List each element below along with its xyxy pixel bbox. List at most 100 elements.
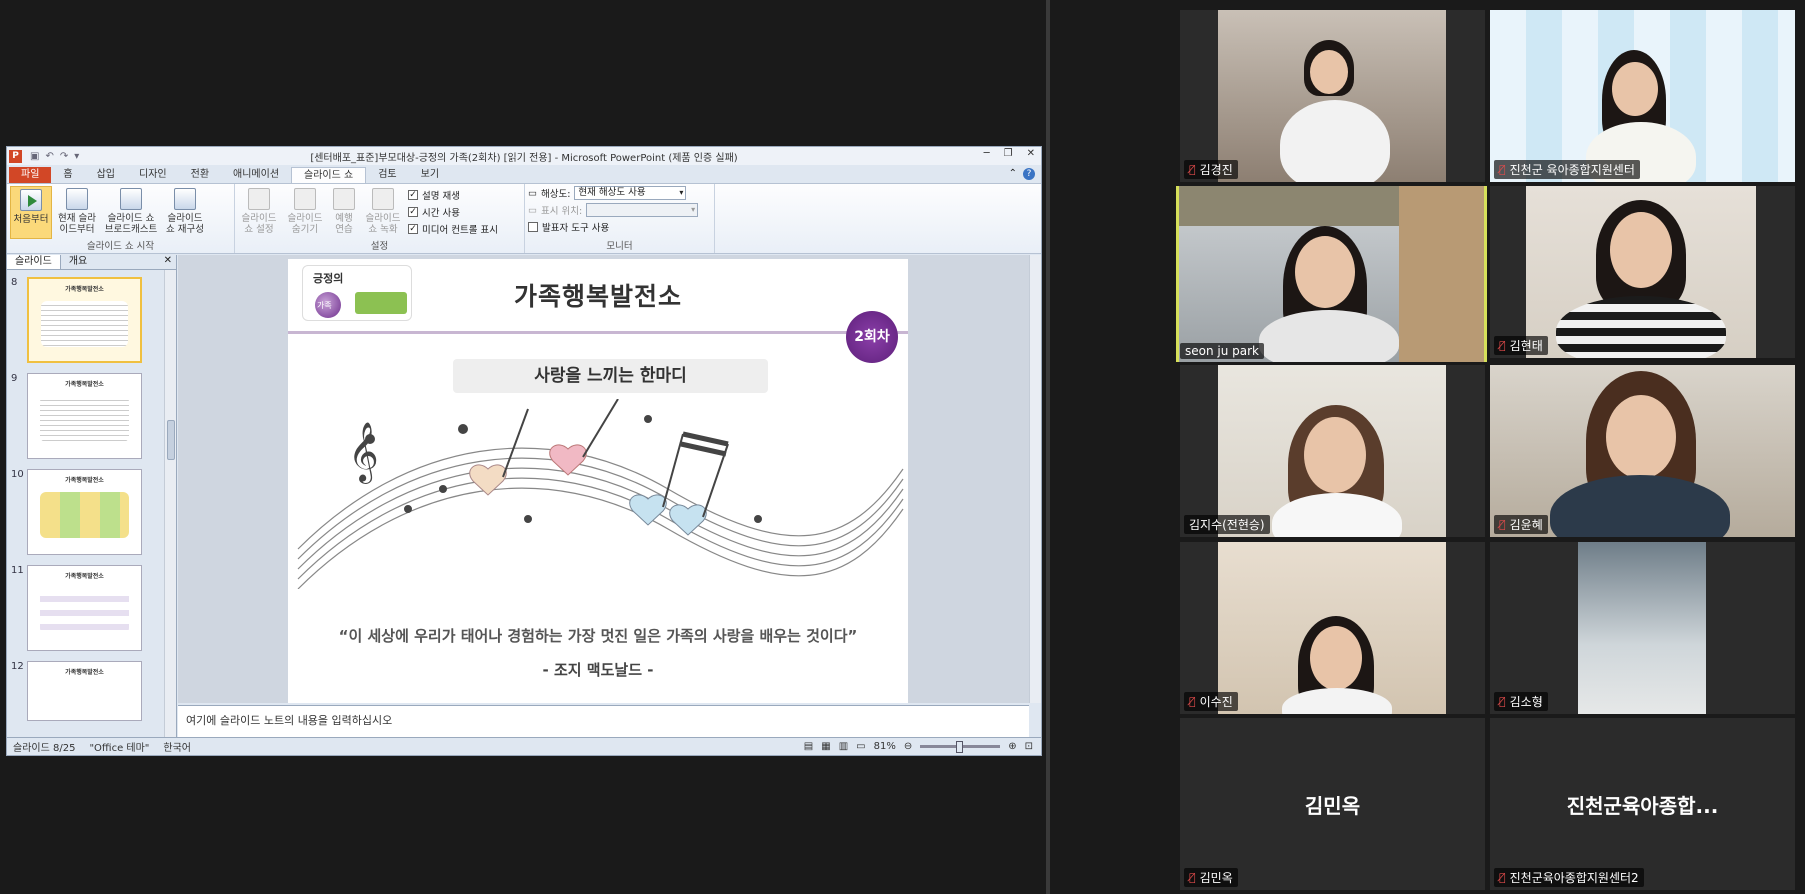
group-label: 슬라이드 쇼 시작 [86, 241, 155, 252]
minimize-icon[interactable]: ─ [984, 148, 990, 159]
normal-view-icon[interactable]: ▤ [804, 741, 813, 752]
from-beginning-button[interactable]: 처음부터 [10, 186, 52, 239]
zoom-slider[interactable] [920, 741, 1001, 753]
zoom-out-icon[interactable]: ⊖ [904, 741, 912, 752]
media-controls-checkbox[interactable]: ✓ 미디어 컨트롤 표시 [408, 222, 498, 236]
notes-pane[interactable]: 여기에 슬라이드 노트의 내용을 입력하십시오 [178, 705, 1029, 737]
participant-video [1490, 10, 1795, 182]
ribbon: 처음부터 현재 슬라이드부터 슬라이드 쇼 브로드캐스트 슬라이드 쇼 재구성 … [7, 183, 1041, 254]
powerpoint-window: P ▣ ↶ ↷ ▾ [센터배포_표준]부모대상-긍정의 가족(2회차) [읽기 … [6, 146, 1042, 756]
tab-insert[interactable]: 삽입 [85, 167, 127, 183]
broadcast-icon [120, 188, 142, 210]
muted-mic-icon: 🎙̸ [1189, 163, 1196, 176]
participant-tile[interactable]: 🎙̸ 진천군 육아종합지원센터 [1490, 10, 1795, 182]
participant-tile[interactable]: 🎙̸ 김소형 [1490, 542, 1795, 714]
tab-animations[interactable]: 애니메이션 [221, 167, 291, 183]
broadcast-button[interactable]: 슬라이드 쇼 브로드캐스트 [102, 186, 160, 239]
narration-checkbox[interactable]: ✓ 설명 재생 [408, 188, 498, 202]
tab-review[interactable]: 검토 [366, 167, 408, 183]
customize-toolbar-icon[interactable]: ▾ [74, 151, 79, 162]
svg-text:𝄞: 𝄞 [348, 422, 379, 484]
session-badge: 2회차 [846, 311, 898, 363]
redo-icon[interactable]: ↷ [60, 151, 68, 162]
close-icon[interactable]: ✕ [164, 255, 172, 269]
participant-name: 🎙̸ 진천군육아종합지원센터2 [1494, 868, 1644, 887]
participant-video [1218, 365, 1446, 537]
participant-name: 김지수(전현승) [1184, 515, 1270, 534]
theme-name: "Office 테마" [89, 743, 150, 754]
thumbnail-title: 가족행복발전소 [65, 286, 104, 293]
slide-thumbnail[interactable]: 가족행복발전소 [27, 469, 142, 555]
split-divider[interactable] [1046, 0, 1050, 894]
save-icon[interactable]: ▣ [30, 151, 39, 162]
timing-checkbox[interactable]: ✓ 시간 사용 [408, 205, 498, 219]
quick-access-toolbar: ▣ ↶ ↷ ▾ [30, 151, 79, 162]
language-indicator[interactable]: 한국어 [163, 739, 191, 754]
group-label: 설정 [370, 241, 389, 252]
resolution-select[interactable]: 현재 해상도 사용 [574, 186, 687, 200]
thumbnail-number: 11 [11, 565, 24, 576]
participant-name: 🎙̸ 김경진 [1184, 160, 1238, 179]
participant-name: 🎙̸ 이수진 [1184, 692, 1238, 711]
participant-tile[interactable]: 김지수(전현승) [1180, 365, 1485, 537]
slide-scrollbar[interactable] [1029, 255, 1041, 703]
slide-counter: 슬라이드 8/25 [13, 743, 76, 754]
reading-view-icon[interactable]: ▥ [839, 741, 848, 752]
rehearse-button[interactable]: 예행 연습 [330, 186, 358, 239]
participant-tile[interactable]: 🎙̸ 김현태 [1490, 186, 1795, 358]
current-slide[interactable]: 긍정의 가족 가족행복발전소 2회차 사랑을 느끼는 한마디 𝄞 “이 세상에 … [288, 259, 908, 703]
tab-file[interactable]: 파일 [9, 167, 52, 183]
help-icon[interactable]: ? [1023, 168, 1035, 180]
fit-window-icon[interactable]: ⊡ [1025, 741, 1033, 752]
muted-mic-icon: 🎙̸ [1499, 695, 1506, 708]
zoom-in-icon[interactable]: ⊕ [1008, 741, 1016, 752]
participant-tile[interactable]: 🎙̸ 이수진 [1180, 542, 1485, 714]
thumbnail-scrollbar[interactable] [164, 270, 176, 737]
participant-tile[interactable]: 🎙̸ 김경진 [1180, 10, 1485, 182]
muted-mic-icon: 🎙̸ [1499, 871, 1506, 884]
slideshow-view-icon[interactable]: ▭ [856, 741, 865, 752]
show-on-select[interactable] [586, 203, 699, 217]
sorter-view-icon[interactable]: ▦ [821, 741, 830, 752]
thumbnail-title: 가족행복발전소 [65, 669, 104, 676]
custom-show-button[interactable]: 슬라이드 쇼 재구성 [164, 186, 206, 239]
slide-title: 가족행복발전소 [513, 282, 682, 311]
tab-view[interactable]: 보기 [409, 167, 451, 183]
slide-thumbnail[interactable]: 가족행복발전소 [27, 277, 142, 363]
setup-icon [248, 188, 270, 210]
slide-thumbnail[interactable]: 가족행복발전소 [27, 661, 142, 721]
tab-transitions[interactable]: 전환 [179, 167, 221, 183]
close-icon[interactable]: ✕ [1027, 148, 1035, 159]
setup-slideshow-button[interactable]: 슬라이드 쇼 설정 [238, 186, 280, 239]
slide-thumbnail[interactable]: 가족행복발전소 [27, 565, 142, 651]
tab-slides[interactable]: 슬라이드 [7, 255, 61, 269]
tab-design[interactable]: 디자인 [127, 167, 179, 183]
title-bar: P ▣ ↶ ↷ ▾ [센터배포_표준]부모대상-긍정의 가족(2회차) [읽기 … [7, 147, 1041, 165]
muted-mic-icon: 🎙̸ [1499, 163, 1506, 176]
ribbon-tabs: 파일 홈 삽입 디자인 전환 애니메이션 슬라이드 쇼 검토 보기 ⌃ ? [7, 165, 1041, 183]
participant-tile-no-video[interactable]: 진천군육아종합... 🎙̸ 진천군육아종합지원센터2 [1490, 718, 1795, 890]
hide-slide-button[interactable]: 슬라이드 숨기기 [284, 186, 326, 239]
restore-icon[interactable]: ❐ [1004, 148, 1013, 159]
participant-video [1179, 186, 1484, 362]
ribbon-collapse-icon[interactable]: ⌃ [1009, 168, 1017, 180]
participant-tile[interactable]: 🎙̸ 김윤혜 [1490, 365, 1795, 537]
undo-icon[interactable]: ↶ [45, 151, 53, 162]
from-current-slide-button[interactable]: 현재 슬라이드부터 [56, 186, 98, 239]
thumbnail-title: 가족행복발전소 [65, 381, 104, 388]
participant-display-name: 김민옥 [1304, 794, 1361, 818]
tab-home[interactable]: 홈 [51, 167, 84, 183]
powerpoint-logo-icon[interactable]: P [9, 149, 22, 163]
tab-slideshow[interactable]: 슬라이드 쇼 [291, 167, 367, 183]
participant-name: 🎙̸ 김민옥 [1184, 868, 1238, 887]
participant-video [1218, 10, 1446, 182]
record-slideshow-button[interactable]: 슬라이드 쇼 녹화 [362, 186, 404, 239]
presenter-view-checkbox[interactable]: 발표자 도구 사용 [528, 220, 711, 234]
group-monitor: ▭해상도: 현재 해상도 사용 ▭표시 위치: 발표자 도구 사용 모니터 [525, 184, 715, 253]
slide-icon [66, 188, 88, 210]
participant-tile-active-speaker[interactable]: seon ju park [1176, 186, 1487, 362]
tab-outline[interactable]: 개요 [61, 255, 95, 269]
participant-tile-no-video[interactable]: 김민옥 🎙̸ 김민옥 [1180, 718, 1485, 890]
zoom-level[interactable]: 81% [874, 741, 896, 752]
slide-thumbnail[interactable]: 가족행복발전소 [27, 373, 142, 459]
